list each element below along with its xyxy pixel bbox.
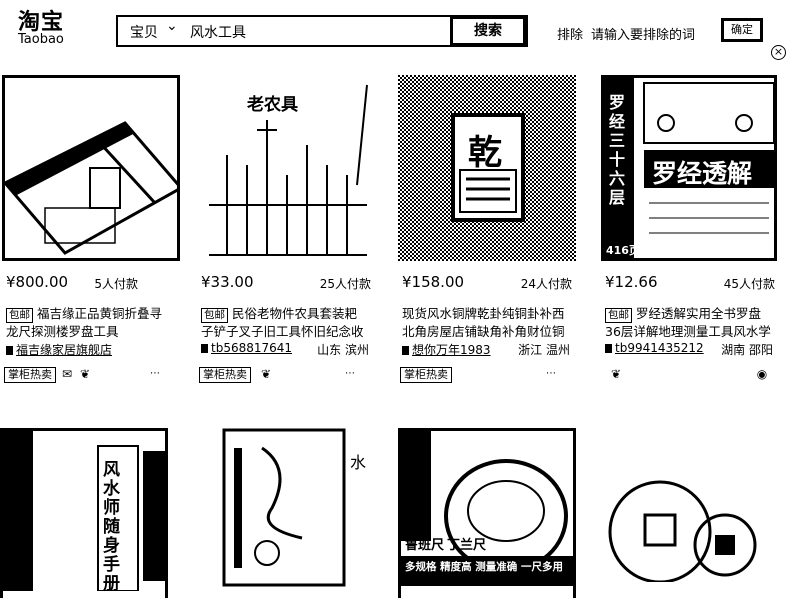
image-text: 乾 [468, 133, 502, 173]
pay-count: 5人付款 [94, 277, 138, 291]
close-icon[interactable]: × [771, 45, 786, 60]
chevron-down-icon[interactable]: ⌄ [166, 18, 178, 34]
product-image[interactable]: 老农具 [197, 75, 375, 261]
pay-count: 24人付款 [520, 277, 572, 291]
shop-link[interactable]: tb9941435212 [605, 341, 704, 355]
product-image[interactable]: 风水师随身手册 [0, 428, 168, 598]
product-image[interactable] [2, 75, 180, 261]
service-icon[interactable]: ❦ [609, 367, 623, 381]
image-side-text: 罗经三十六层 [609, 93, 626, 207]
more-icon[interactable]: ⋯ [148, 367, 162, 381]
product-image[interactable]: 乾 [398, 75, 576, 261]
shop-icon [201, 344, 208, 353]
product-title-line2[interactable]: 北角房屋店铺缺角补角财位铜 [402, 321, 582, 340]
exclude-label: 排除 [557, 28, 584, 43]
product-price: ¥800.00 [6, 273, 69, 291]
image-text: 老农具 [247, 95, 298, 115]
taobao-logo-en: Taobao [18, 32, 64, 47]
shop-icon [6, 346, 13, 355]
service-icon[interactable]: ❦ [259, 367, 273, 381]
exclude-input[interactable]: 请输入要排除的词 [591, 24, 695, 43]
image-text: 罗经透解 [652, 159, 753, 188]
search-button[interactable]: 搜索 [450, 16, 526, 46]
product-price: ¥33.00 [201, 273, 254, 291]
hot-sale-badge: 掌柜热卖 [400, 367, 452, 383]
shop-icon [402, 346, 409, 355]
image-text: 风水师随身手册 [103, 460, 120, 594]
shop-icon [605, 344, 612, 353]
image-subtext: 丁兰尺 [447, 538, 487, 553]
image-bottom-text: 多规格 精度高 测量准确 一尺多用 [405, 561, 563, 573]
location: 湖南 邵阳 [721, 343, 773, 357]
product-price: ¥158.00 [402, 273, 465, 291]
mail-icon[interactable]: ✉ [60, 367, 74, 381]
product-title-line2[interactable]: 龙尺探测楼罗盘工具 [6, 321, 186, 340]
search-scope-select[interactable]: 宝贝 [130, 22, 158, 42]
wangwang-icon[interactable]: ◉ [755, 367, 769, 381]
product-image[interactable]: 水 [222, 428, 372, 598]
location: 山东 滨州 [317, 343, 369, 357]
more-icon[interactable]: ⋯ [544, 367, 558, 381]
product-image[interactable]: 罗经透解 罗经三十六层 416页 [601, 75, 777, 261]
confirm-button[interactable]: 确定 [721, 18, 763, 42]
hot-sale-badge: 掌柜热卖 [4, 367, 56, 383]
service-icon[interactable]: ❦ [78, 367, 92, 381]
image-page-count: 416页 [606, 244, 640, 257]
location: 浙江 温州 [518, 343, 570, 357]
product-title-line1[interactable]: 包邮 民俗老物件农具套装耙 [201, 303, 381, 323]
pay-count: 25人付款 [319, 277, 371, 291]
product-image[interactable] [600, 470, 780, 584]
shop-link[interactable]: tb568817641 [201, 341, 292, 355]
hot-sale-badge: 掌柜热卖 [199, 367, 251, 383]
more-icon[interactable]: ⋯ [343, 367, 357, 381]
product-title-line1[interactable]: 包邮 罗经透解实用全书罗盘 [605, 303, 785, 323]
product-image[interactable]: 鲁班尺 丁兰尺 多规格 精度高 测量准确 一尺多用 [398, 428, 576, 598]
svg-text:水: 水 [350, 453, 366, 472]
product-title-line1[interactable]: 包邮 福吉缘正品黄铜折叠寻 [6, 303, 186, 323]
shop-link[interactable]: 福吉缘家居旗舰店 [6, 341, 112, 358]
pay-count: 45人付款 [723, 277, 775, 291]
product-price: ¥12.66 [605, 273, 658, 291]
search-input[interactable]: 风水工具 [190, 22, 246, 42]
product-title-line2[interactable]: 子铲子叉子旧工具怀旧纪念收 [201, 321, 381, 340]
product-title-line1[interactable]: 现货风水铜牌乾卦纯铜卦补西 [402, 303, 582, 322]
image-text: 鲁班尺 [405, 538, 445, 553]
product-title-line2[interactable]: 36层详解地理测量工具风水学 [605, 321, 785, 340]
shop-link[interactable]: 想你万年1983 [402, 341, 491, 358]
